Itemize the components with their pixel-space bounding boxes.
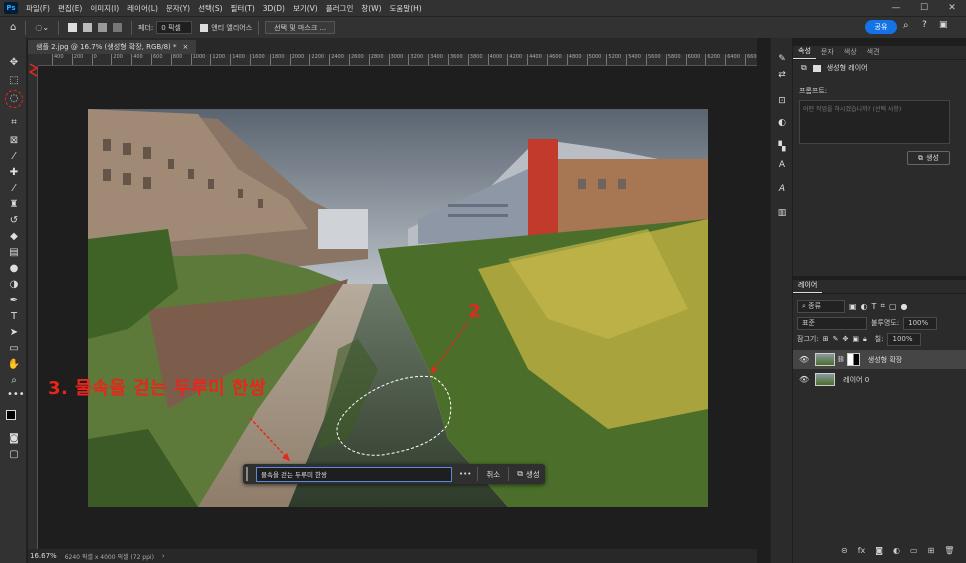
layers-footer: ⊝ fx ◙ ◐ ▭ ⊞ 🗑︎ xyxy=(841,546,954,555)
brush-settings-icon[interactable]: ✎ xyxy=(775,54,789,68)
new-layer-icon[interactable]: ⊞ xyxy=(928,546,935,555)
cancel-button[interactable]: 취소 xyxy=(486,469,500,480)
trash-icon[interactable]: 🗑︎ xyxy=(944,546,954,555)
more-options-button[interactable]: ••• xyxy=(459,470,471,478)
properties-generate-button[interactable]: ⧉ 생성 xyxy=(907,151,950,165)
generate-button[interactable]: 생성 xyxy=(526,469,540,480)
generative-layer-icon: ⧉ xyxy=(801,63,807,72)
tool-presets-icon[interactable]: ⇄ xyxy=(775,70,789,84)
opacity-label: 불투명도: xyxy=(871,319,900,327)
filter-adjustment-icon[interactable]: ◐ xyxy=(861,302,868,311)
layer-mask-thumbnail xyxy=(846,353,860,366)
layer-filter-label: 종류 xyxy=(808,302,822,310)
generate-icon: ⧉ xyxy=(517,469,523,478)
layer-row[interactable]: 👁︎ 레이어 0 xyxy=(793,370,966,389)
lock-artboard-icon[interactable]: ▣ xyxy=(852,335,859,343)
properties-icon[interactable]: ⊡ xyxy=(775,96,789,110)
tab-layers[interactable]: 레이어 xyxy=(793,278,823,293)
document-size-info: 6240 픽셀 x 4000 픽셀 (72 ppi) xyxy=(64,553,154,561)
divider xyxy=(508,467,510,481)
adjustment-layer-icon[interactable]: ◐ xyxy=(893,546,900,555)
lock-all-icon[interactable]: 🔒︎ xyxy=(863,335,867,344)
blend-mode-select[interactable]: 표준 xyxy=(797,316,867,330)
prompt-label: 프롬프트: xyxy=(799,87,828,95)
contextual-task-bar: 물속을 걷는 두루미 한쌍 ••• 취소 ⧉ 생성 xyxy=(243,464,545,484)
prompt-textarea[interactable]: 어떤 작업을 하시겠습니까? (선택 사항) xyxy=(799,100,950,144)
annotation-arrow-2 xyxy=(430,321,469,375)
lock-label: 잠그기: xyxy=(797,335,819,343)
generate-icon: ⧉ xyxy=(918,153,924,162)
glyphs-icon[interactable]: A xyxy=(775,184,789,198)
tab-properties[interactable]: 속성 xyxy=(793,44,816,59)
status-bar: 16.67% 6240 픽셀 x 4000 픽셀 (72 ppi) › xyxy=(28,549,757,563)
properties-panel: 속성 문자 색상 색견 ⧉ 생성형 레이어 프롬프트: 어떤 작업을 하시겠습니… xyxy=(793,46,966,276)
fill-input[interactable]: 100% xyxy=(887,332,922,346)
tab-color[interactable]: 색상 xyxy=(839,45,862,59)
tab-swatches[interactable]: 색견 xyxy=(862,45,885,59)
zoom-level[interactable]: 16.67% xyxy=(30,552,57,560)
adjustments-icon[interactable]: ◐ xyxy=(775,118,789,132)
properties-generate-label: 생성 xyxy=(926,154,939,162)
chevron-right-icon[interactable]: › xyxy=(162,552,165,560)
filter-smart-icon[interactable]: ▢ xyxy=(889,302,897,311)
mask-icon xyxy=(812,64,821,72)
filter-shape-icon[interactable]: ⌗ xyxy=(880,301,885,311)
layer-type-label: 생성형 레이어 xyxy=(826,64,868,72)
layer-thumbnail xyxy=(815,373,836,386)
filter-type-icon[interactable]: T xyxy=(872,302,877,311)
layer-row[interactable]: 👁︎ ⛓︎ 생성형 확장 xyxy=(793,350,966,369)
annotation-tool-marker xyxy=(28,63,39,77)
tab-character[interactable]: 문자 xyxy=(816,45,839,59)
lock-transparent-icon[interactable]: ⊞ xyxy=(823,335,829,343)
annotation-arrow-3 xyxy=(249,417,291,462)
lock-image-icon[interactable]: ✎ xyxy=(833,335,839,343)
fill-label: 칠: xyxy=(874,335,884,343)
divider xyxy=(477,467,479,481)
character-icon[interactable]: A xyxy=(775,160,789,174)
opacity-input[interactable]: 100% xyxy=(903,316,938,330)
layer-name: 생성형 확장 xyxy=(867,355,903,364)
layer-name: 레이어 0 xyxy=(843,375,870,384)
history-icon[interactable]: ▚ xyxy=(775,142,789,156)
libraries-icon[interactable]: ▥ xyxy=(775,208,789,222)
lock-position-icon[interactable]: ✥ xyxy=(842,335,848,343)
properties-tab-strip: 속성 문자 색상 색견 xyxy=(793,46,966,60)
panel-icon-strip: ✎ ⇄ ⊡ ◐ ▚ A A ▥ xyxy=(770,38,792,563)
drag-handle[interactable] xyxy=(246,467,248,481)
generative-prompt-input[interactable]: 물속을 걷는 두루미 한쌍 xyxy=(256,466,452,482)
visibility-eye-icon[interactable]: 👁︎ xyxy=(799,355,809,364)
fx-icon[interactable]: fx xyxy=(858,546,866,555)
layer-thumbnail xyxy=(815,353,836,366)
layer-filter-select[interactable]: ⌕ 종류 xyxy=(797,299,845,313)
layers-panel: 레이어 ⌕ 종류 ▣ ◐ T ⌗ ▢ ● 표준 불투명도: 100% 잠그기: … xyxy=(793,280,966,563)
filter-toggle-icon[interactable]: ● xyxy=(901,302,908,311)
filter-pixel-icon[interactable]: ▣ xyxy=(849,302,857,311)
link-icon: ⛓︎ xyxy=(837,356,845,363)
link-layers-icon[interactable]: ⊝ xyxy=(841,546,848,555)
add-mask-icon[interactable]: ◙ xyxy=(875,546,883,555)
group-icon[interactable]: ▭ xyxy=(910,546,918,555)
visibility-eye-icon[interactable]: 👁︎ xyxy=(799,375,809,384)
